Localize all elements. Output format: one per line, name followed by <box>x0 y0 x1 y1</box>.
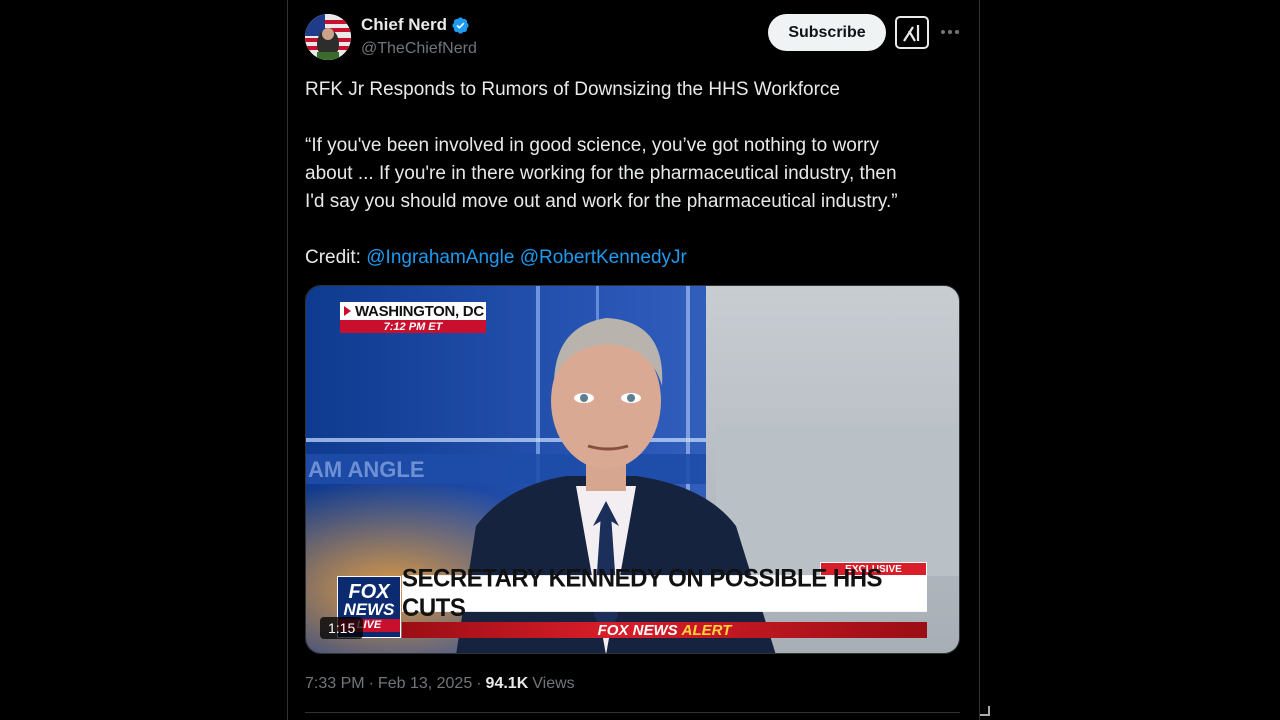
tweet-title-line: RFK Jr Responds to Rumors of Downsizing … <box>305 79 840 100</box>
author-name-row[interactable]: Chief Nerd <box>361 15 470 35</box>
tweet-quote-line: about ... If you're in there working for… <box>305 163 897 184</box>
alert-bar: FOX NEWS ALERT <box>402 621 927 639</box>
alert-word: ALERT <box>681 621 732 639</box>
tweet-text: RFK Jr Responds to Rumors of Downsizing … <box>305 76 955 272</box>
more-options-button[interactable] <box>939 20 961 44</box>
grok-button[interactable] <box>895 16 929 49</box>
headline-chyron: SECRETARY KENNEDY ON POSSIBLE HHS CUTS <box>402 564 927 622</box>
tweet-meta: 7:33 PM · Feb 13, 2025 · 94.1K Views <box>305 675 575 693</box>
tweet-quote-line: “If you've been involved in good science… <box>305 135 879 156</box>
author-handle[interactable]: @TheChiefNerd <box>361 40 477 58</box>
divider <box>305 712 960 713</box>
credit-label: Credit: <box>305 247 367 268</box>
tweet-time[interactable]: 7:33 PM <box>305 675 365 693</box>
avatar[interactable] <box>305 14 351 60</box>
author-display-name[interactable]: Chief Nerd <box>361 15 447 35</box>
meta-separator: · <box>368 675 374 692</box>
backdrop-text: AM ANGLE <box>308 457 425 482</box>
location-time: 7:12 PM ET <box>340 320 486 333</box>
more-icon <box>941 30 959 34</box>
views-count: 94.1K <box>485 675 529 692</box>
tweet-quote-line: I'd say you should move out and work for… <box>305 191 898 212</box>
logo-news: NEWS <box>343 599 395 619</box>
alert-brand: FOX NEWS <box>597 621 678 639</box>
verified-badge-icon <box>452 16 469 34</box>
mention-link-ingraham[interactable]: @IngrahamAngle <box>366 247 514 268</box>
avatar-image <box>305 14 351 60</box>
video-duration-badge: 1:15 <box>320 617 364 639</box>
meta-separator: · <box>476 675 482 692</box>
location-text: WASHINGTON, DC <box>355 302 484 320</box>
subscribe-button[interactable]: Subscribe <box>768 14 886 51</box>
location-bug: WASHINGTON, DC 7:12 PM ET <box>340 302 486 333</box>
grok-icon <box>903 24 920 42</box>
resize-corner-icon <box>980 706 990 716</box>
tweet-date[interactable]: Feb 13, 2025 <box>378 675 472 693</box>
tweet-credit-line: Credit: @IngrahamAngle @RobertKennedyJr <box>305 244 955 272</box>
video-player[interactable]: AM ANGLE WASHINGTON, DC 7:12 PM ET EXCLU… <box>305 285 960 654</box>
views-label: Views <box>532 675 575 692</box>
mention-link-rfk[interactable]: @RobertKennedyJr <box>520 247 687 268</box>
logo-fox: FOX <box>348 580 390 603</box>
